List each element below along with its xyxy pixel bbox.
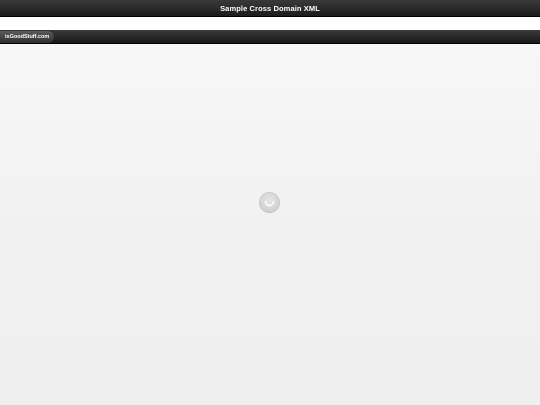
sub-toolbar: isGoodStuff.com [0, 30, 540, 44]
site-tab[interactable]: isGoodStuff.com [0, 31, 55, 43]
title-bar: Sample Cross Domain XML [0, 0, 540, 17]
site-tab-label: isGoodStuff.com [5, 34, 50, 40]
page-title: Sample Cross Domain XML [220, 3, 320, 13]
loading-spinner-icon [259, 192, 280, 213]
content-area [0, 44, 540, 405]
header-gap [0, 17, 540, 30]
